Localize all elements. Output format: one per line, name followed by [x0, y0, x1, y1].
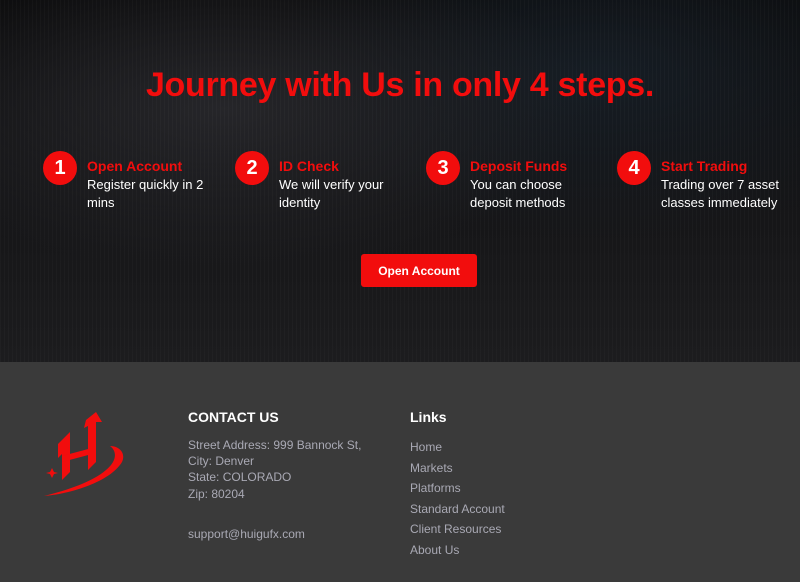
contact-heading: CONTACT US [188, 409, 279, 425]
hero-title: Journey with Us in only 4 steps. [145, 66, 655, 104]
step-description: We will verify your identity [279, 177, 384, 210]
contact-street: Street Address: 999 Bannock St, [188, 438, 362, 452]
footer-link-about-us[interactable]: About Us [410, 543, 459, 557]
contact-zip: Zip: 80204 [188, 487, 245, 501]
step-number-badge: 3 [426, 151, 460, 185]
step-title: Deposit Funds [470, 158, 568, 174]
step-number-badge: 1 [43, 151, 77, 185]
footer-link-platforms[interactable]: Platforms [410, 481, 461, 495]
step-title: Open Account [87, 158, 183, 174]
step-description: Trading over 7 asset classes immediately [661, 177, 780, 210]
footer-link-home[interactable]: Home [410, 440, 442, 454]
links-heading: Links [410, 409, 447, 425]
step-title: Start Trading [661, 158, 748, 174]
footer-link-markets[interactable]: Markets [410, 461, 453, 475]
steps-hero-section: Journey with Us in only 4 steps. 1 Open … [0, 0, 800, 362]
footer-link-client-resources[interactable]: Client Resources [410, 522, 501, 536]
contact-email-link[interactable]: support@huigufx.com [188, 526, 305, 542]
contact-state: State: COLORADO [188, 470, 292, 484]
step-number-badge: 4 [617, 151, 651, 185]
contact-city: City: Denver [188, 454, 255, 468]
step-number-badge: 2 [235, 151, 269, 185]
brand-logo-icon[interactable] [40, 410, 132, 502]
footer-link-standard-account[interactable]: Standard Account [410, 502, 505, 516]
step-description: Register quickly in 2 mins [87, 177, 204, 210]
step-title: ID Check [279, 158, 339, 174]
step-description: You can choose deposit methods [470, 177, 566, 210]
site-footer: CONTACT US Street Address: 999 Bannock S… [0, 362, 800, 582]
open-account-button[interactable]: Open Account [361, 254, 477, 287]
